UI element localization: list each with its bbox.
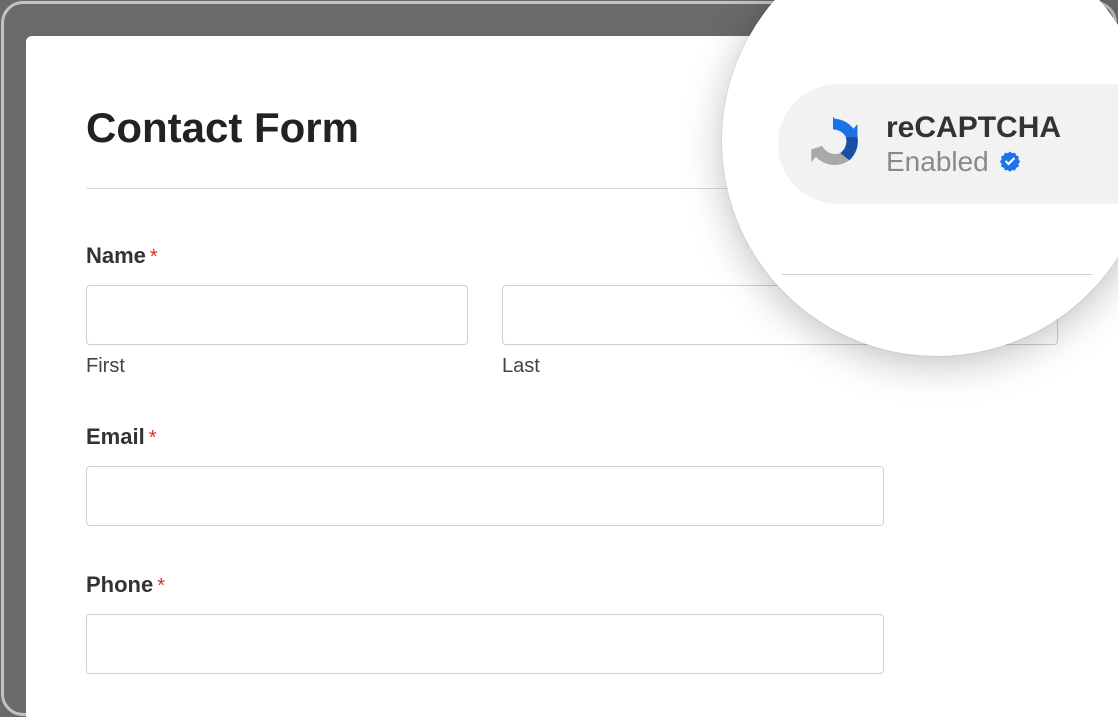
required-indicator: * bbox=[157, 575, 165, 597]
zoom-divider bbox=[744, 274, 1118, 275]
recaptcha-title: reCAPTCHA bbox=[886, 111, 1061, 144]
email-field-group: Email* bbox=[86, 424, 1058, 526]
first-name-sublabel: First bbox=[86, 355, 468, 378]
recaptcha-text: reCAPTCHA Enabled bbox=[886, 111, 1061, 178]
verified-icon bbox=[997, 149, 1023, 175]
name-label: Name bbox=[86, 243, 146, 269]
email-input[interactable] bbox=[86, 466, 884, 526]
recaptcha-icon bbox=[804, 115, 862, 173]
zoom-callout: reCAPTCHA Enabled bbox=[722, 0, 1118, 356]
phone-input[interactable] bbox=[86, 614, 884, 674]
required-indicator: * bbox=[150, 246, 158, 268]
phone-field-group: Phone* bbox=[86, 572, 1058, 674]
recaptcha-status-row: Enabled bbox=[886, 146, 1061, 178]
zoom-content: reCAPTCHA Enabled bbox=[732, 0, 1118, 346]
last-name-sublabel: Last bbox=[502, 355, 1058, 378]
email-label: Email bbox=[86, 424, 145, 450]
first-name-col: First bbox=[86, 285, 468, 378]
phone-label: Phone bbox=[86, 572, 153, 598]
app-frame: Contact Form Name* First Last Email* bbox=[0, 0, 1118, 717]
first-name-input[interactable] bbox=[86, 285, 468, 345]
recaptcha-status: Enabled bbox=[886, 146, 989, 178]
required-indicator: * bbox=[149, 427, 157, 449]
recaptcha-badge[interactable]: reCAPTCHA Enabled bbox=[778, 84, 1118, 204]
